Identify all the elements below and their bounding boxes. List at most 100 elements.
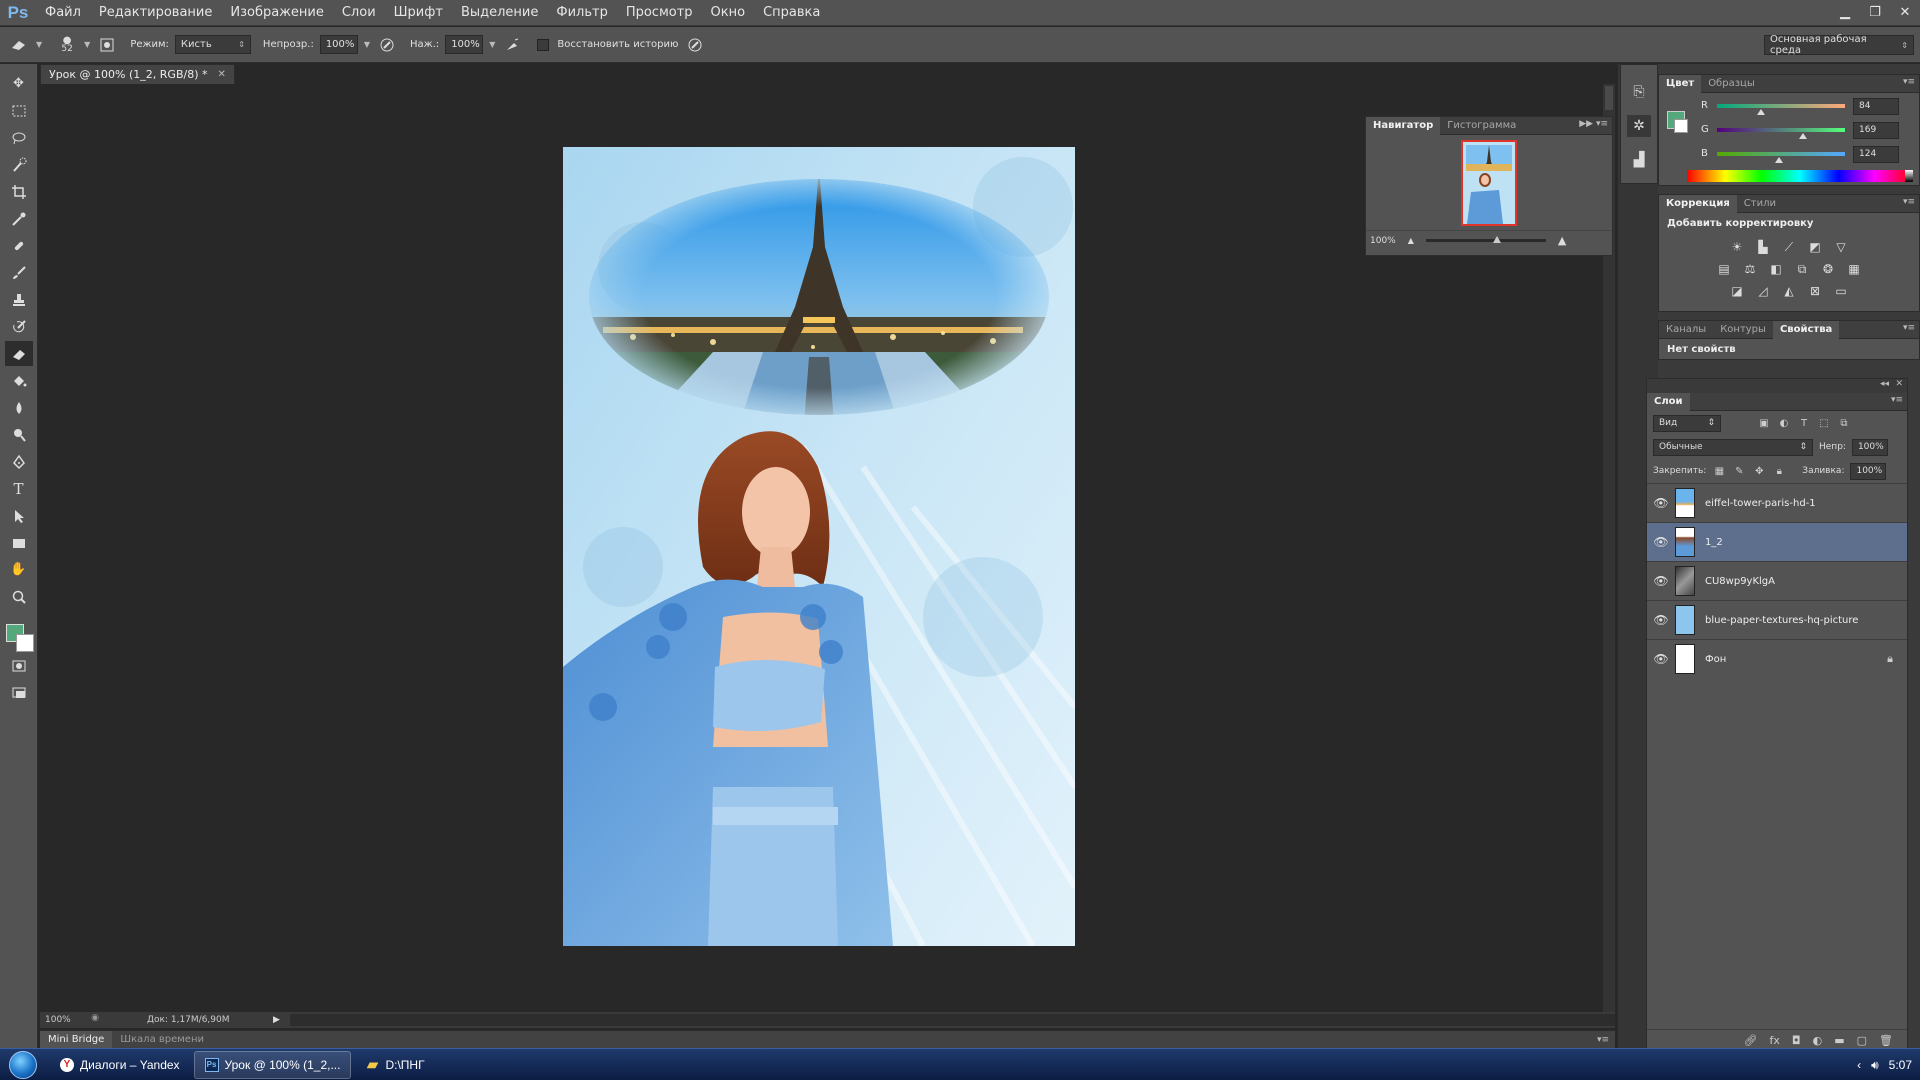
document-canvas[interactable] [563,147,1075,946]
visibility-eye-icon[interactable]: 👁︎ [1647,613,1675,627]
restore-icon[interactable]: ❐ [1860,0,1890,24]
tab-layers[interactable]: Слои [1647,392,1690,411]
opacity-dropdown-icon[interactable]: ▼ [364,40,370,49]
green-value-input[interactable]: 169 [1853,122,1899,139]
photo-filter-icon[interactable]: ⧉ [1793,260,1811,278]
menu-file[interactable]: Файл [36,0,90,26]
quick-mask-icon[interactable] [5,653,33,678]
navigator-zoom-slider[interactable] [1425,236,1546,243]
zoom-out-icon[interactable]: ▲ [1408,236,1414,245]
menu-layers[interactable]: Слои [333,0,385,26]
add-mask-icon[interactable]: ◘ [1792,1034,1801,1047]
visibility-eye-icon[interactable]: 👁︎ [1647,652,1675,666]
airbrush-icon[interactable] [501,34,523,56]
pressure-size-icon[interactable] [684,34,706,56]
close-tab-icon[interactable]: ✕ [218,69,226,80]
clock[interactable]: 5:07 [1889,1058,1912,1072]
visibility-eye-icon[interactable]: 👁︎ [1647,574,1675,588]
visibility-eye-icon[interactable]: 👁︎ [1647,535,1675,549]
taskbar-item-photoshop[interactable]: Ps Урок @ 100% (1_2,... [193,1050,352,1079]
layer-row-blue-paper[interactable]: 👁︎ blue-paper-textures-hq-picture [1647,600,1907,639]
brush-tool-icon[interactable] [5,260,33,285]
posterize-icon[interactable]: ◿ [1754,282,1772,300]
restore-history-checkbox[interactable] [537,38,550,51]
histogram-panel-icon[interactable]: ▟ [1627,149,1651,171]
link-layers-icon[interactable]: 🔗︎ [1744,1034,1758,1047]
color-spectrum-ramp[interactable] [1687,170,1913,182]
blue-slider[interactable] [1717,152,1845,156]
healing-brush-tool-icon[interactable] [5,233,33,258]
brush-size-picker[interactable]: ● 52 [56,34,78,56]
tab-color[interactable]: Цвет [1659,74,1702,93]
brush-dropdown-arrow-icon[interactable]: ▼ [84,40,90,49]
tab-navigator[interactable]: Навигатор [1366,116,1441,135]
rectangle-tool-icon[interactable] [5,530,33,555]
layer-name[interactable]: blue-paper-textures-hq-picture [1705,615,1858,626]
black-white-icon[interactable]: ◧ [1767,260,1785,278]
pressure-dropdown-icon[interactable]: ▼ [489,40,495,49]
levels-icon[interactable]: ▙ [1754,238,1772,256]
green-slider-knob[interactable] [1799,133,1807,139]
vibrance-icon[interactable]: ▽ [1832,238,1850,256]
new-layer-icon[interactable]: ▢ [1857,1034,1867,1047]
tab-timeline[interactable]: Шкала времени [112,1031,212,1049]
layer-name[interactable]: 1_2 [1705,537,1723,548]
taskbar-item-yandex[interactable]: Y Диалоги – Yandex [50,1051,190,1079]
menu-type[interactable]: Шрифт [385,0,452,26]
tab-paths[interactable]: Контуры [1713,321,1773,339]
red-slider-knob[interactable] [1757,109,1765,115]
tab-swatches[interactable]: Образцы [1701,75,1762,93]
lock-position-icon[interactable]: ✥ [1752,464,1766,478]
lasso-tool-icon[interactable] [5,125,33,150]
status-zoom[interactable]: 100% [40,1015,88,1025]
move-tool-icon[interactable]: ✥ [5,71,33,96]
navigator-panel-icon[interactable]: ✲ [1627,115,1651,137]
mode-select[interactable]: Кисть ⇕ [174,35,251,54]
red-slider[interactable] [1717,104,1845,108]
navigator-thumbnail[interactable] [1461,139,1517,226]
eyedropper-tool-icon[interactable] [5,206,33,231]
filter-adjustment-icon[interactable]: ◐ [1777,416,1791,430]
color-panel-menu-icon[interactable]: ▾≡ [1903,77,1915,87]
layer-filter-select[interactable]: Вид ⇕ [1653,414,1721,432]
new-group-icon[interactable]: ▬ [1834,1034,1844,1047]
background-color-swatch[interactable] [15,634,34,652]
tray-expand-icon[interactable]: ‹ [1857,1058,1861,1072]
volume-icon[interactable]: 🔊︎ [1871,1058,1879,1073]
pressure-opacity-icon[interactable] [376,34,398,56]
selective-color-icon[interactable]: ⊠ [1806,282,1824,300]
tab-adjustments[interactable]: Коррекция [1659,194,1737,213]
layer-row-1-2[interactable]: 👁︎ 1_2 [1647,522,1907,561]
menu-help[interactable]: Справка [754,0,829,26]
layer-opacity-input[interactable]: 100% [1851,438,1888,456]
dodge-tool-icon[interactable] [5,422,33,447]
document-tab[interactable]: Урок @ 100% (1_2, RGB/8) * ✕ [40,64,235,84]
layer-row-cu8wp[interactable]: 👁︎ CU8wp9yKlgA [1647,561,1907,600]
status-info-icon[interactable]: ◉ [88,1013,102,1027]
navigator-menu-icon[interactable]: ▶▶ ▾≡ [1579,119,1608,129]
curves-icon[interactable]: ⟋ [1780,238,1798,256]
filter-shape-icon[interactable]: ⬚ [1817,416,1831,430]
gradient-map-icon[interactable]: ▭ [1832,282,1850,300]
opacity-input[interactable]: 100% [319,35,358,54]
tab-mini-bridge[interactable]: Mini Bridge [40,1030,113,1049]
status-menu-arrow-icon[interactable]: ▶ [273,1015,280,1025]
clone-stamp-tool-icon[interactable] [5,287,33,312]
red-value-input[interactable]: 84 [1853,98,1899,115]
exposure-icon[interactable]: ◩ [1806,238,1824,256]
eraser-tool-icon[interactable] [4,341,33,366]
green-slider[interactable] [1717,128,1845,132]
bottom-panel-menu-icon[interactable]: ▾≡ [1597,1035,1609,1045]
threshold-icon[interactable]: ◭ [1780,282,1798,300]
color-lookup-icon[interactable]: ▦ [1845,260,1863,278]
history-brush-tool-icon[interactable] [5,314,33,339]
color-balance-icon[interactable]: ⚖ [1741,260,1759,278]
layer-name[interactable]: Фон [1705,654,1726,665]
new-adjustment-layer-icon[interactable]: ◐ [1813,1034,1823,1047]
menu-filter[interactable]: Фильтр [547,0,616,26]
layer-name[interactable]: eiffel-tower-paris-hd-1 [1705,498,1816,509]
collapse-panel-icon[interactable]: ◂◂ [1880,379,1889,389]
zoom-tool-icon[interactable] [5,584,33,609]
layer-style-fx-icon[interactable]: fx [1770,1034,1780,1047]
lock-transparent-icon[interactable]: ▦ [1712,464,1726,478]
